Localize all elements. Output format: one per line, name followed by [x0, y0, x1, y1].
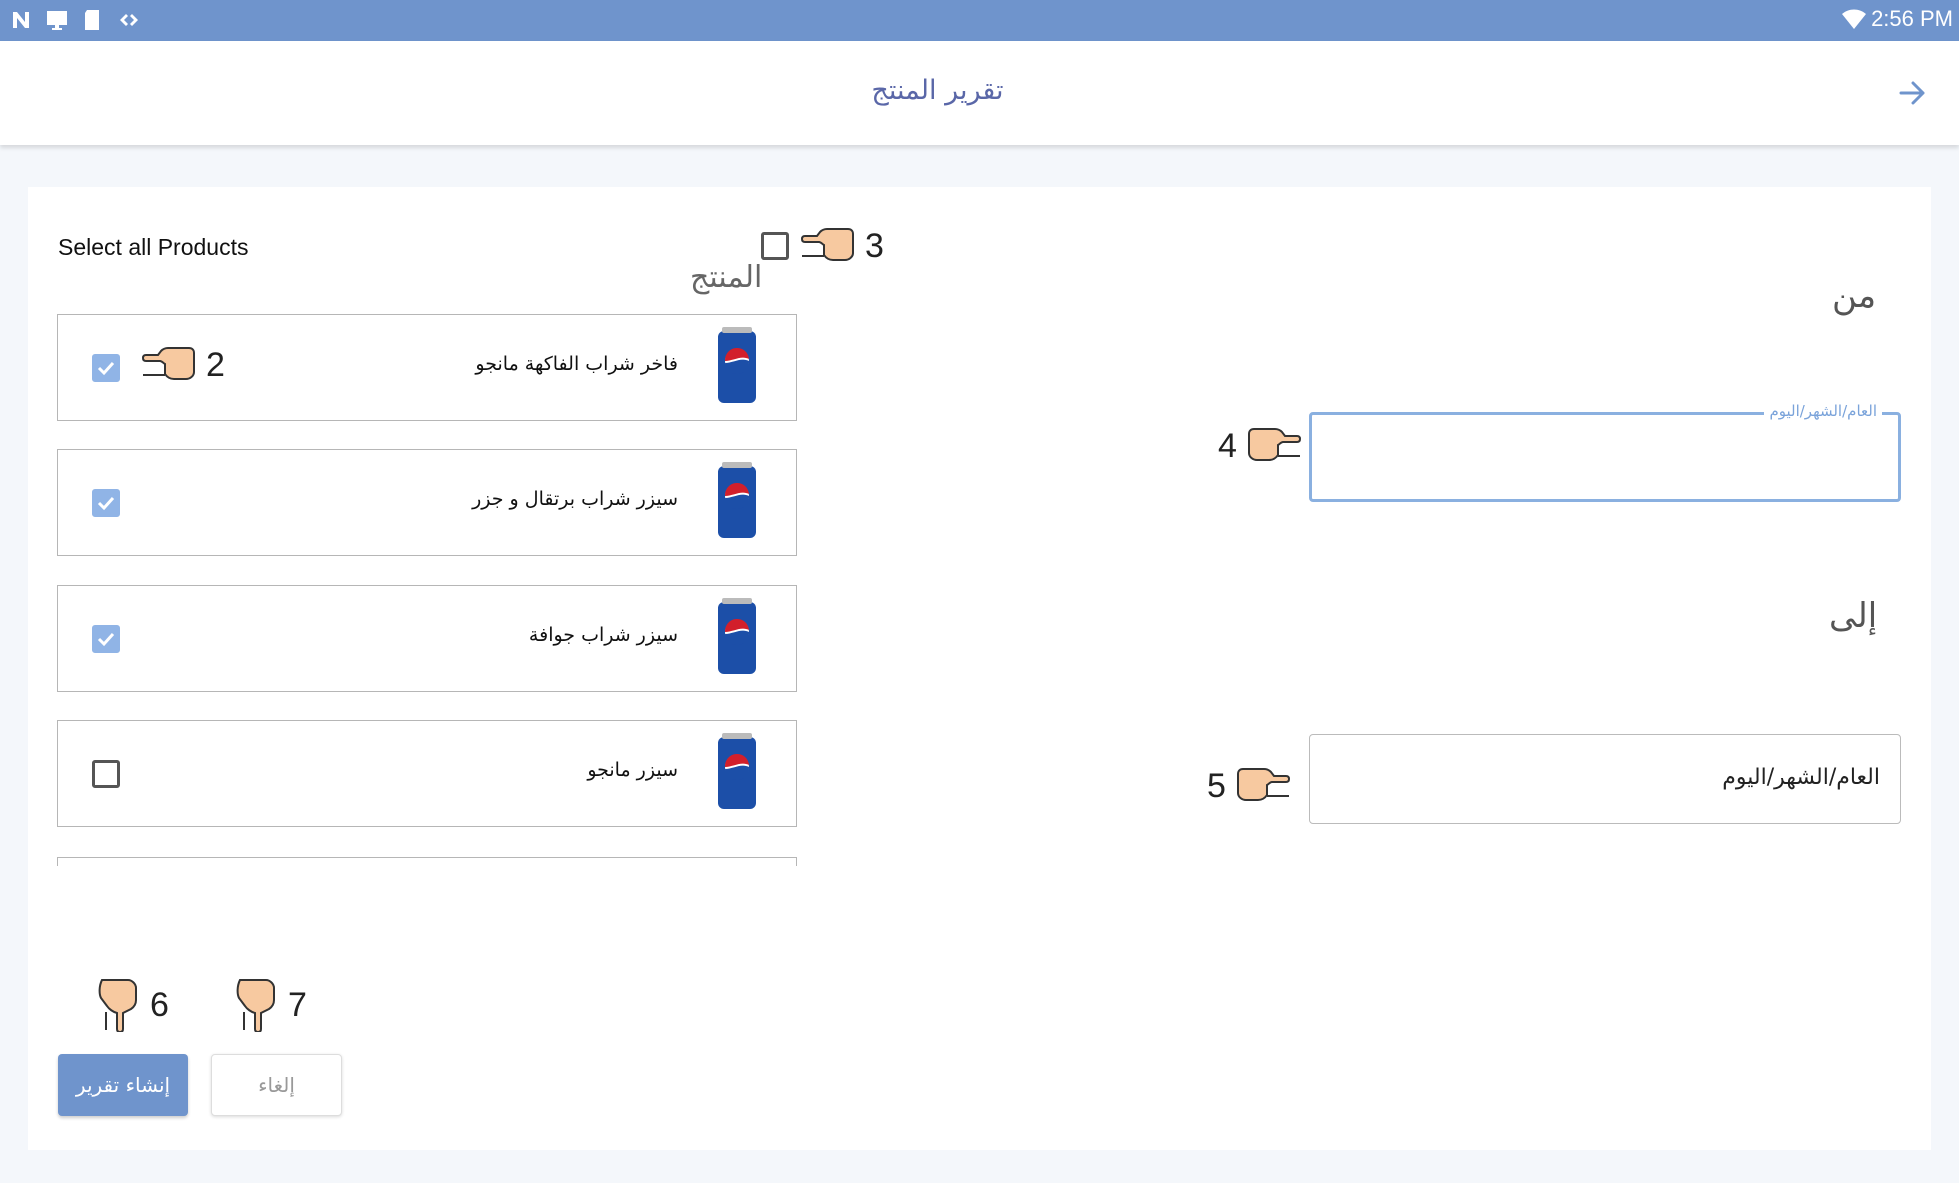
product-checkbox[interactable]	[92, 625, 120, 653]
product-list[interactable]: 2 فاخر شراب الفاكهة مانجو سيزر شراب برتق…	[57, 314, 799, 866]
create-report-button[interactable]: إنشاء تقرير	[58, 1054, 188, 1116]
pointing-hand-down-icon	[236, 979, 275, 1032]
arrow-right-icon[interactable]	[1895, 75, 1931, 111]
product-name: سيزر مانجو	[587, 759, 678, 781]
annotation-5-number: 5	[1207, 766, 1226, 805]
from-date-floating-label: العام/الشهر/اليوم	[1764, 402, 1882, 420]
product-row[interactable]: سيزر شراب جوافة	[57, 585, 797, 692]
sd-card-icon	[85, 10, 99, 30]
product-row[interactable]: سيزر مانجو	[57, 720, 797, 827]
cancel-button[interactable]: إلغاء	[211, 1054, 342, 1116]
pepsi-can-icon	[718, 327, 756, 403]
pointing-hand-left-icon	[801, 228, 854, 261]
to-date-input[interactable]: العام/الشهر/اليوم	[1309, 734, 1901, 824]
product-column-label: المنتج	[690, 260, 763, 295]
pepsi-can-icon	[718, 598, 756, 674]
product-name: فاخر شراب الفاكهة مانجو	[475, 353, 678, 375]
status-bar: 2:56 PM	[0, 0, 1959, 41]
from-label: من	[1832, 276, 1877, 316]
annotation-6-number: 6	[150, 985, 169, 1024]
annotation-2-number: 2	[206, 345, 225, 384]
select-all-label: Select all Products	[58, 234, 249, 260]
product-checkbox[interactable]	[92, 760, 120, 788]
product-row[interactable]: 2 فاخر شراب الفاكهة مانجو	[57, 314, 797, 421]
n-logo-icon	[13, 12, 29, 28]
annotation-3: 3	[801, 226, 884, 266]
annotation-3-number: 3	[865, 226, 884, 265]
product-row[interactable]: سيزر شراب برتقال و جزر	[57, 449, 797, 556]
pointing-hand-left-icon	[142, 347, 195, 380]
pointing-hand-right-icon	[1247, 428, 1301, 461]
product-checkbox[interactable]	[92, 489, 120, 517]
to-label: إلى	[1829, 596, 1878, 636]
annotation-6: 6	[98, 978, 169, 1032]
product-row-partial[interactable]	[57, 857, 797, 866]
product-name: سيزر شراب جوافة	[528, 624, 678, 646]
clock: 2:56 PM	[1871, 6, 1953, 31]
pepsi-can-icon	[718, 733, 756, 809]
annotation-4: 4	[1218, 426, 1301, 466]
page-title: تقرير المنتج	[871, 75, 1004, 106]
monitor-icon	[47, 11, 67, 30]
code-icon	[120, 14, 138, 26]
from-date-input[interactable]: العام/الشهر/اليوم	[1309, 402, 1901, 502]
annotation-7-number: 7	[288, 985, 307, 1024]
product-checkbox[interactable]	[92, 354, 120, 382]
pointing-hand-down-icon	[98, 979, 137, 1032]
app-bar: تقرير المنتج	[0, 41, 1959, 145]
pointing-hand-right-icon	[1236, 768, 1290, 801]
product-name: سيزر شراب برتقال و جزر	[472, 488, 678, 510]
wifi-icon	[1842, 9, 1867, 29]
pepsi-can-icon	[718, 462, 756, 538]
annotation-4-number: 4	[1218, 426, 1237, 465]
annotation-2: 2	[142, 345, 225, 385]
annotation-7: 7	[236, 978, 307, 1032]
to-date-placeholder: العام/الشهر/اليوم	[1722, 765, 1880, 790]
annotation-5: 5	[1207, 766, 1290, 806]
select-all-checkbox[interactable]	[761, 232, 789, 260]
